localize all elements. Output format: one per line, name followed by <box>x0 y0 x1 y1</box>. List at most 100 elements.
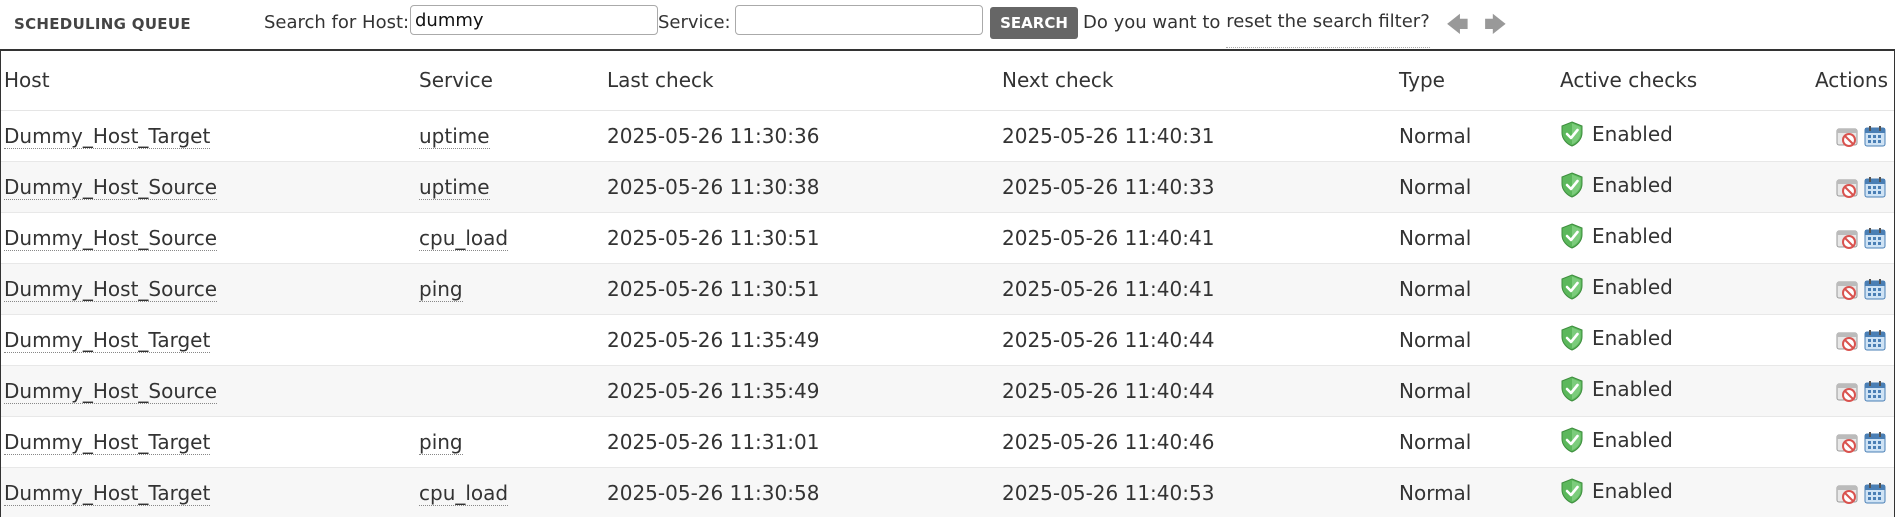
actions-cell <box>1810 467 1894 517</box>
host-link[interactable]: Dummy_Host_Source <box>4 175 218 200</box>
active-checks-cell: Enabled <box>1557 110 1810 162</box>
host-cell: Dummy_Host_Target <box>1 416 416 468</box>
type-cell: Normal <box>1396 161 1557 213</box>
next-check-cell: 2025-05-26 11:40:46 <box>999 416 1396 468</box>
active-status-text: Enabled <box>1592 223 1673 248</box>
active-checks-cell: Enabled <box>1557 263 1810 315</box>
reschedule-icon[interactable] <box>1862 378 1888 404</box>
active-status-text: Enabled <box>1592 172 1673 197</box>
service-link[interactable]: ping <box>419 430 463 455</box>
type-cell: Normal <box>1396 467 1557 517</box>
disable-check-icon[interactable] <box>1834 378 1860 404</box>
active-status-text: Enabled <box>1592 376 1673 401</box>
next-check-cell: 2025-05-26 11:40:44 <box>999 365 1396 417</box>
column-header-last-check[interactable]: Last check <box>604 49 999 111</box>
service-link[interactable]: uptime <box>419 175 490 200</box>
reschedule-icon[interactable] <box>1862 174 1888 200</box>
actions-cell <box>1810 161 1894 213</box>
active-status-text: Enabled <box>1592 121 1673 146</box>
host-link[interactable]: Dummy_Host_Target <box>4 481 211 506</box>
service-link[interactable]: uptime <box>419 124 490 149</box>
active-checks-cell: Enabled <box>1557 467 1810 517</box>
disable-check-icon[interactable] <box>1834 174 1860 200</box>
column-header-host[interactable]: Host <box>1 49 416 111</box>
table-row: Dummy_Host_Target cpu_load 2025-05-26 11:3… <box>1 467 1894 517</box>
service-search-input[interactable] <box>735 5 983 35</box>
active-status-text: Enabled <box>1592 274 1673 299</box>
disable-check-icon[interactable] <box>1834 123 1860 149</box>
reschedule-icon[interactable] <box>1862 480 1888 506</box>
table-row: Dummy_Host_Target 2025-05-26 11:35:49 2025… <box>1 314 1894 366</box>
last-check-cell: 2025-05-26 11:35:49 <box>604 365 999 417</box>
shield-check-icon <box>1560 273 1584 300</box>
page-title: SCHEDULING QUEUE <box>14 15 191 33</box>
next-check-cell: 2025-05-26 11:40:31 <box>999 110 1396 162</box>
active-status-text: Enabled <box>1592 325 1673 350</box>
disable-check-icon[interactable] <box>1834 429 1860 455</box>
host-cell: Dummy_Host_Source <box>1 161 416 213</box>
scheduling-queue-table: Host Service Last check Next check Type … <box>1 49 1894 517</box>
active-checks-cell: Enabled <box>1557 314 1810 366</box>
next-check-cell: 2025-05-26 11:40:44 <box>999 314 1396 366</box>
type-cell: Normal <box>1396 365 1557 417</box>
next-check-cell: 2025-05-26 11:40:53 <box>999 467 1396 517</box>
host-link[interactable]: Dummy_Host_Target <box>4 124 211 149</box>
column-header-next-check[interactable]: Next check <box>999 49 1396 111</box>
host-link[interactable]: Dummy_Host_Target <box>4 430 211 455</box>
host-search-label: Search for Host: <box>264 12 410 33</box>
reset-filter-link[interactable]: reset the search filter? <box>1226 0 1430 48</box>
service-cell <box>416 314 604 366</box>
host-link[interactable]: Dummy_Host_Source <box>4 379 218 404</box>
last-check-cell: 2025-05-26 11:30:58 <box>604 467 999 517</box>
shield-check-icon <box>1560 426 1584 453</box>
column-header-actions: Actions <box>1810 49 1894 111</box>
reschedule-icon[interactable] <box>1862 225 1888 251</box>
arrow-left-icon[interactable]: 🡄 <box>1446 8 1469 46</box>
table-row: Dummy_Host_Source cpu_load 2025-05-26 11:3… <box>1 212 1894 264</box>
host-link[interactable]: Dummy_Host_Target <box>4 328 211 353</box>
next-check-cell: 2025-05-26 11:40:41 <box>999 212 1396 264</box>
search-toolbar: SCHEDULING QUEUE Search for Host: Servic… <box>0 0 1895 51</box>
active-checks-cell: Enabled <box>1557 161 1810 213</box>
service-cell: uptime <box>416 110 604 162</box>
type-cell: Normal <box>1396 110 1557 162</box>
type-cell: Normal <box>1396 416 1557 468</box>
host-cell: Dummy_Host_Source <box>1 212 416 264</box>
scheduling-table-container: Host Service Last check Next check Type … <box>0 49 1895 517</box>
table-row: Dummy_Host_Source ping 2025-05-26 11:30:51… <box>1 263 1894 315</box>
service-link[interactable]: ping <box>419 277 463 302</box>
disable-check-icon[interactable] <box>1834 327 1860 353</box>
host-cell: Dummy_Host_Target <box>1 110 416 162</box>
column-header-type[interactable]: Type <box>1396 49 1557 111</box>
reschedule-icon[interactable] <box>1862 276 1888 302</box>
active-checks-cell: Enabled <box>1557 365 1810 417</box>
last-check-cell: 2025-05-26 11:30:51 <box>604 212 999 264</box>
disable-check-icon[interactable] <box>1834 276 1860 302</box>
reschedule-icon[interactable] <box>1862 123 1888 149</box>
shield-check-icon <box>1560 477 1584 504</box>
last-check-cell: 2025-05-26 11:30:51 <box>604 263 999 315</box>
host-link[interactable]: Dummy_Host_Source <box>4 277 218 302</box>
table-row: Dummy_Host_Source 2025-05-26 11:35:49 2025… <box>1 365 1894 417</box>
host-search-input[interactable] <box>410 5 658 35</box>
arrow-right-icon[interactable]: 🡆 <box>1484 8 1507 46</box>
column-header-service[interactable]: Service <box>416 49 604 111</box>
disable-check-icon[interactable] <box>1834 480 1860 506</box>
actions-cell <box>1810 263 1894 315</box>
reschedule-icon[interactable] <box>1862 429 1888 455</box>
service-link[interactable]: cpu_load <box>419 481 509 506</box>
disable-check-icon[interactable] <box>1834 225 1860 251</box>
shield-check-icon <box>1560 375 1584 402</box>
search-button[interactable]: SEARCH <box>990 7 1078 39</box>
host-link[interactable]: Dummy_Host_Source <box>4 226 218 251</box>
shield-check-icon <box>1560 324 1584 351</box>
active-status-text: Enabled <box>1592 427 1673 452</box>
service-link[interactable]: cpu_load <box>419 226 509 251</box>
table-row: Dummy_Host_Target ping 2025-05-26 11:31:01… <box>1 416 1894 468</box>
shield-check-icon <box>1560 171 1584 198</box>
host-cell: Dummy_Host_Target <box>1 314 416 366</box>
reschedule-icon[interactable] <box>1862 327 1888 353</box>
shield-check-icon <box>1560 222 1584 249</box>
service-cell <box>416 365 604 417</box>
column-header-active-checks[interactable]: Active checks <box>1557 49 1810 111</box>
